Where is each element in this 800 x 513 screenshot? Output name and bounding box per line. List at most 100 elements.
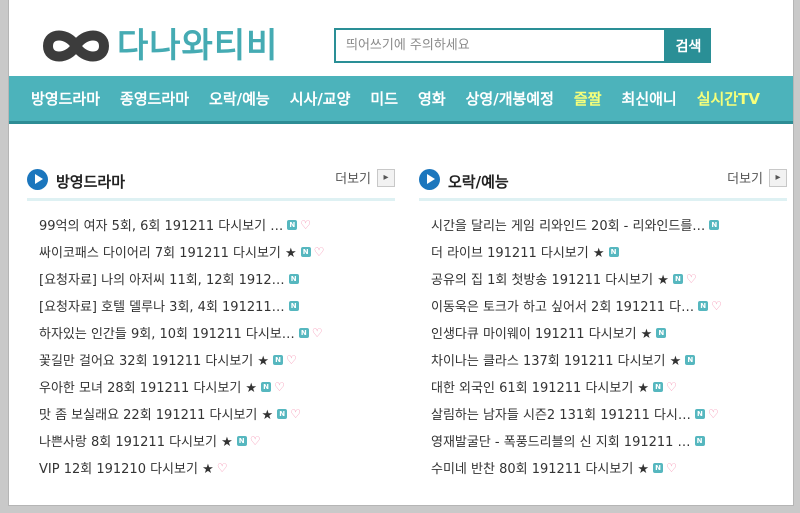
search-button[interactable]: 검색 [666,28,711,63]
list-item[interactable]: 나쁜사랑 8회 191211 다시보기 ★ ♡ [39,427,395,454]
list-item[interactable]: 인생다큐 마이웨이 191211 다시보기 ★ [431,319,787,346]
list-item[interactable]: 살림하는 남자들 시즌2 131회 191211 다시… ♡ [431,400,787,427]
nav-list: 방영드라마 종영드라마 오락/예능 시사/교양 미드 영화 상영/개봉예정 즐짤 최신애니 실시간… [9,76,793,121]
heart-icon: ♡ [666,460,677,475]
list-item[interactable]: VIP 12회 191210 다시보기 ★ ♡ [39,454,395,481]
list-item-title: 살림하는 남자들 시즌2 131회 191211 다시… [431,408,691,423]
list-item[interactable]: 하자있는 인간들 9회, 10회 191211 다시보… ♡ [39,319,395,346]
list-item-title: 싸이코패스 다이어리 7회 191211 다시보기 ★ [39,246,297,261]
list-item-title: 영재발굴단 - 폭풍드리블의 신 지회 191211 … [431,435,691,450]
more-label: 더보기 [727,172,763,187]
list-item-title: 나쁜사랑 8회 191211 다시보기 ★ [39,435,233,450]
list-item-title: 이동욱은 토크가 하고 싶어서 2회 191211 다… [431,300,695,315]
new-badge-icon [694,435,705,447]
nav-item[interactable]: 오락/예능 [209,88,270,109]
more-button[interactable]: 더보기 ▸ [727,168,787,187]
section-variety: 오락/예능 더보기 ▸ 시간을 달리는 게임 리와인드 20회 - 리와인드를…… [419,168,787,481]
nav-item[interactable]: 시사/교양 [290,88,351,109]
new-badge-icon [287,219,298,231]
list-item[interactable]: 이동욱은 토크가 하고 싶어서 2회 191211 다… ♡ [431,292,787,319]
list-item-title: 꽃길만 걸어요 32회 191211 다시보기 ★ [39,354,270,369]
list-item[interactable]: 공유의 집 1회 첫방송 191211 다시보기 ★ ♡ [431,265,787,292]
more-button[interactable]: 더보기 ▸ [335,168,395,187]
section-header: 방영드라마 더보기 ▸ [27,168,395,201]
new-badge-icon [300,246,311,258]
list-item-title: 맛 좀 보실래요 22회 191211 다시보기 ★ [39,408,274,423]
heart-icon: ♡ [685,271,697,286]
list-item[interactable]: 맛 좀 보실래요 22회 191211 다시보기 ★ ♡ [39,400,395,427]
chevron-right-icon: ▸ [769,168,787,187]
new-badge-icon [273,354,284,366]
list-item-title: 차이나는 클라스 137회 191211 다시보기 ★ [431,354,682,369]
post-list: 시간을 달리는 게임 리와인드 20회 - 리와인드를… 더 라이브 191211… [419,211,787,481]
play-icon [419,169,440,190]
site-logo[interactable]: 다나와티비 [41,24,278,68]
new-badge-icon [709,219,720,231]
list-item[interactable]: [요청자료] 호텔 델루나 3회, 4회 191211… [39,292,395,319]
list-item[interactable]: [요청자료] 나의 아저씨 11회, 12회 1912… [39,265,395,292]
heart-icon: ♡ [290,406,301,421]
section-drama: 방영드라마 더보기 ▸ 99억의 여자 5회, 6회 191211 다시보기 …… [27,168,395,481]
heart-icon: ♡ [216,460,228,475]
heart-icon: ♡ [286,352,297,367]
list-item[interactable]: 시간을 달리는 게임 리와인드 20회 - 리와인드를… [431,211,787,238]
new-badge-icon [288,273,299,285]
nav-item[interactable]: 실시간TV [697,88,760,109]
list-item-title: 시간을 달리는 게임 리와인드 20회 - 리와인드를… [431,219,706,234]
list-item[interactable]: 우아한 모녀 28회 191211 다시보기 ★ ♡ [39,373,395,400]
list-item[interactable]: 차이나는 클라스 137회 191211 다시보기 ★ [431,346,787,373]
nav-item[interactable]: 미드 [370,88,398,109]
list-item[interactable]: 99억의 여자 5회, 6회 191211 다시보기 … ♡ [39,211,395,238]
list-item[interactable]: 대한 외국인 61회 191211 다시보기 ★ ♡ [431,373,787,400]
search-input[interactable] [334,28,666,63]
list-item-title: VIP 12회 191210 다시보기 ★ [39,462,214,477]
play-icon [27,169,48,190]
new-badge-icon [672,273,683,285]
nav-item[interactable]: 영화 [418,88,446,109]
nav-item[interactable]: 즐짤 [574,88,602,109]
nav-item[interactable]: 최신애니 [622,88,677,109]
new-badge-icon [653,381,664,393]
section-header: 오락/예능 더보기 ▸ [419,168,787,201]
post-list: 99억의 여자 5회, 6회 191211 다시보기 …♡싸이코패스 다이어리 … [27,211,395,481]
list-item-title: [요청자료] 나의 아저씨 11회, 12회 1912… [39,273,285,288]
list-item[interactable]: 싸이코패스 다이어리 7회 191211 다시보기 ★ ♡ [39,238,395,265]
nav-item[interactable]: 종영드라마 [120,88,189,109]
new-badge-icon [653,462,664,474]
heart-icon: ♡ [311,325,323,340]
list-item[interactable]: 꽃길만 걸어요 32회 191211 다시보기 ★ ♡ [39,346,395,373]
heart-icon: ♡ [313,244,325,259]
list-item-title: 대한 외국인 61회 191211 다시보기 ★ [431,381,650,396]
heart-icon: ♡ [274,379,285,394]
section-title: 오락/예능 [448,173,509,191]
search-bar: 검색 [334,28,711,63]
list-item-title: 우아한 모녀 28회 191211 다시보기 ★ [39,381,258,396]
new-badge-icon [277,408,288,420]
list-item-title: 더 라이브 191211 다시보기 ★ [431,246,605,261]
main-nav: 방영드라마 종영드라마 오락/예능 시사/교양 미드 영화 상영/개봉예정 즐짤 최신애니 실시간… [9,76,793,124]
new-badge-icon [608,246,619,258]
new-badge-icon [261,381,272,393]
new-badge-icon [698,300,709,312]
heart-icon: ♡ [249,433,261,448]
nav-item[interactable]: 상영/개봉예정 [466,88,554,109]
list-item[interactable]: 수미네 반찬 80회 191211 다시보기 ★ ♡ [431,454,787,481]
list-item[interactable]: 더 라이브 191211 다시보기 ★ [431,238,787,265]
new-badge-icon [656,327,667,339]
infinity-logo-icon [42,30,110,62]
list-item-title: [요청자료] 호텔 델루나 3회, 4회 191211… [39,300,285,315]
chevron-right-icon: ▸ [377,168,395,187]
list-item[interactable]: 영재발굴단 - 폭풍드리블의 신 지회 191211 … [431,427,787,454]
new-badge-icon [236,435,247,447]
page-frame: 다나와티비 검색 방영드라마종영드라마오락/예능시사/교양미드영화상영/개봉예정… [8,0,794,506]
heart-icon: ♡ [711,298,722,313]
list-item-title: 하자있는 인간들 9회, 10회 191211 다시보… [39,327,295,342]
new-badge-icon [288,300,299,312]
new-badge-icon [685,354,696,366]
section-title: 방영드라마 [56,173,126,191]
nav-item[interactable]: 방영드라마 [31,88,100,109]
logo-text: 다나와티비 [117,26,279,66]
list-item-title: 공유의 집 1회 첫방송 191211 다시보기 ★ [431,273,669,288]
new-badge-icon [298,327,309,339]
heart-icon: ♡ [300,217,312,232]
